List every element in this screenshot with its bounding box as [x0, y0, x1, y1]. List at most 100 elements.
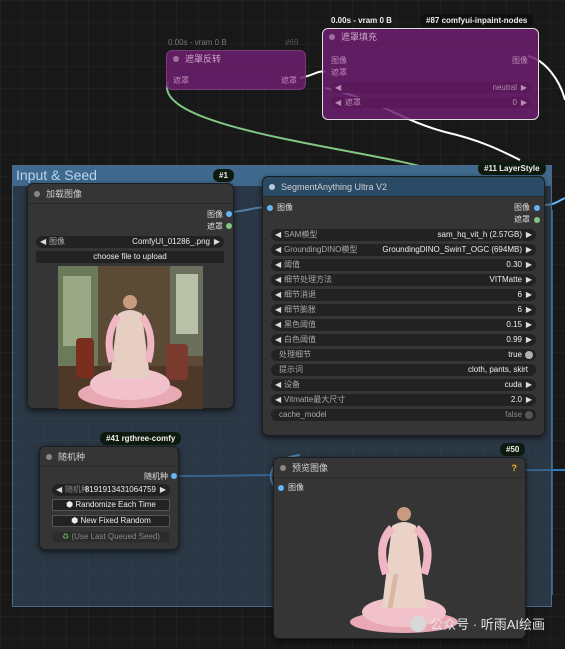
button-label: New Fixed Random [80, 516, 151, 525]
detail-erode-widget[interactable]: ◀ 细节消退 6 ▶ [271, 289, 536, 301]
arrow-right-icon: ▶ [525, 230, 532, 239]
node-title: 随机种 [58, 452, 86, 462]
widget-value: 0.15 [506, 320, 522, 329]
image-input-slot[interactable] [278, 485, 284, 491]
mask-output-label: 遮罩 [207, 222, 223, 231]
arrow-right-icon: ▶ [525, 320, 532, 329]
preview-image-node[interactable]: 预览图像 ? 图像 [273, 457, 526, 639]
node-title: 加载图像 [46, 189, 83, 199]
mask-input-label: 遮罩 [331, 68, 347, 77]
use-last-queued-seed-button[interactable]: ♻ (Use Last Queued Seed) [52, 531, 170, 543]
vitmatte-size-widget[interactable]: ◀ Vitmatte最大尺寸 2.0 ▶ [271, 394, 536, 406]
segment-anything-node[interactable]: SegmentAnything Ultra V2 图像 图像 遮罩 ◀ SAM模… [262, 176, 545, 436]
arrow-right-icon: ▶ [520, 98, 527, 107]
node-title: 遮罩填充 [341, 32, 378, 42]
black-point-widget[interactable]: ◀ 黑色阈值 0.15 ▶ [271, 319, 536, 331]
cache-model-toggle[interactable]: cache_model false [271, 409, 536, 421]
widget-value: 6 [517, 305, 522, 314]
image-output-label: 图像 [207, 210, 223, 219]
arrow-left-icon: ◀ [275, 320, 282, 329]
mask-output-slot[interactable] [226, 223, 232, 229]
mask-output-label: 遮罩 [514, 215, 530, 224]
node-title: 预览图像 [292, 463, 329, 473]
widget-label: 阈值 [284, 260, 300, 269]
new-fixed-random-button[interactable]: ⬢ New Fixed Random [52, 515, 170, 527]
wechat-logo-icon [410, 615, 427, 632]
widget-value: cuda [504, 380, 522, 389]
invert-mask-node[interactable]: 遮罩反转 遮罩 遮罩 [166, 50, 306, 90]
arrow-left-icon: ◀ [275, 335, 282, 344]
widget-value: 2.0 [510, 395, 522, 404]
arrow-right-icon: ▶ [525, 380, 532, 389]
sam-model-widget[interactable]: ◀ SAM模型 sam_hq_vit_h (2.57GB) ▶ [271, 229, 536, 241]
seed-output-slot[interactable] [171, 473, 177, 479]
arrow-right-icon: ▶ [525, 245, 532, 254]
arrow-left-icon: ◀ [40, 237, 47, 246]
white-point-widget[interactable]: ◀ 白色阈值 0.99 ▶ [271, 334, 536, 346]
mask-output-slot[interactable] [534, 217, 540, 223]
randomize-each-time-button[interactable]: ⬢ Randomize Each Time [52, 499, 170, 511]
arrow-right-icon: ▶ [159, 485, 166, 494]
arrow-right-icon: ▶ [525, 335, 532, 344]
node-dot [34, 191, 40, 197]
image-select-widget[interactable]: ◀ 图像 ComfyUI_01286_.png ▶ [36, 236, 224, 248]
falloff-widget[interactable]: ◀ 遮罩 0 ▶ [331, 97, 531, 108]
arrow-right-icon: ▶ [525, 305, 532, 314]
arrow-right-icon: ▶ [525, 260, 532, 269]
room-scene-illustration [58, 266, 203, 409]
widget-value: cloth, pants, skirt [467, 365, 528, 374]
toggle-knob [525, 411, 533, 419]
detail-method-widget[interactable]: ◀ 细节处理方法 VITMatte ▶ [271, 274, 536, 286]
detail-dilate-widget[interactable]: ◀ 细节膨胀 6 ▶ [271, 304, 536, 316]
node-dot [329, 34, 335, 40]
widget-value: 0.99 [506, 335, 522, 344]
fill-masked-node[interactable]: 遮罩填充 图像 遮罩 图像 ◀ neutral ▶ ◀ 遮罩 0 ▶ [322, 28, 539, 120]
button-label: Randomize Each Time [75, 500, 156, 509]
load-image-node[interactable]: 加载图像 图像 遮罩 ◀ 图像 ComfyUI_01286_.png ▶ cho… [27, 183, 234, 409]
widget-value: 0.30 [506, 260, 522, 269]
seed-value: 8191913431064759 [84, 485, 156, 494]
arrow-right-icon: ▶ [525, 290, 532, 299]
arrow-left-icon: ◀ [275, 230, 282, 239]
process-detail-toggle[interactable]: 处理细节 true [271, 349, 536, 361]
image-output-slot[interactable] [534, 205, 540, 211]
seed-value-widget[interactable]: ◀ 随机种 8191913431064759 ▶ [52, 484, 170, 496]
watermark: 公众号 · 听雨AI绘画 [410, 614, 545, 633]
help-icon[interactable]: ? [512, 458, 518, 478]
image-input-label: 图像 [277, 203, 293, 212]
widget-label: 细节膨胀 [284, 305, 316, 314]
seed-node[interactable]: 随机种 随机种 ◀ 随机种 8191913431064759 ▶ ⬢ Rando… [39, 446, 179, 550]
widget-label: 细节处理方法 [284, 275, 332, 284]
widget-value: 6 [517, 290, 522, 299]
arrow-left-icon: ◀ [275, 290, 282, 299]
widget-label: 提示词 [279, 365, 303, 374]
threshold-widget[interactable]: ◀ 阈值 0.30 ▶ [271, 259, 536, 271]
button-label: (Use Last Queued Seed) [71, 532, 160, 541]
widget-value: VITMatte [489, 275, 522, 284]
node-dot [280, 465, 286, 471]
prompt-widget[interactable]: 提示词 cloth, pants, skirt [271, 364, 536, 376]
node-69-status: 0.00s - vram 0 B [168, 38, 227, 47]
recycle-icon: ♻ [62, 532, 70, 541]
widget-value: sam_hq_vit_h (2.57GB) [437, 230, 523, 239]
widget-value: GroundingDINO_SwinT_OGC (694MB) [382, 245, 522, 254]
device-widget[interactable]: ◀ 设备 cuda ▶ [271, 379, 536, 391]
mask-output-label: 遮罩 [281, 76, 297, 85]
node-87-status: 0.00s - vram 0 B [331, 16, 392, 25]
widget-label: SAM模型 [284, 230, 318, 239]
widget-label: 白色阈值 [284, 335, 316, 344]
image-input-slot[interactable] [267, 205, 273, 211]
arrow-right-icon: ▶ [525, 395, 532, 404]
fill-mode-widget[interactable]: ◀ neutral ▶ [331, 82, 531, 93]
widget-label: 黑色阈值 [284, 320, 316, 329]
seed-output-label: 随机种 [144, 472, 168, 481]
image-output-slot[interactable] [226, 211, 232, 217]
falloff-label: 遮罩 [345, 98, 361, 107]
arrow-left-icon: ◀ [275, 260, 282, 269]
node-dot [269, 184, 275, 190]
upload-button[interactable]: choose file to upload [36, 251, 224, 263]
grounding-dino-widget[interactable]: ◀ GroundingDINO模型 GroundingDINO_SwinT_OG… [271, 244, 536, 256]
widget-label: Vitmatte最大尺寸 [284, 395, 346, 404]
group-title: Input & Seed [16, 167, 97, 183]
arrow-right-icon: ▶ [213, 237, 220, 246]
